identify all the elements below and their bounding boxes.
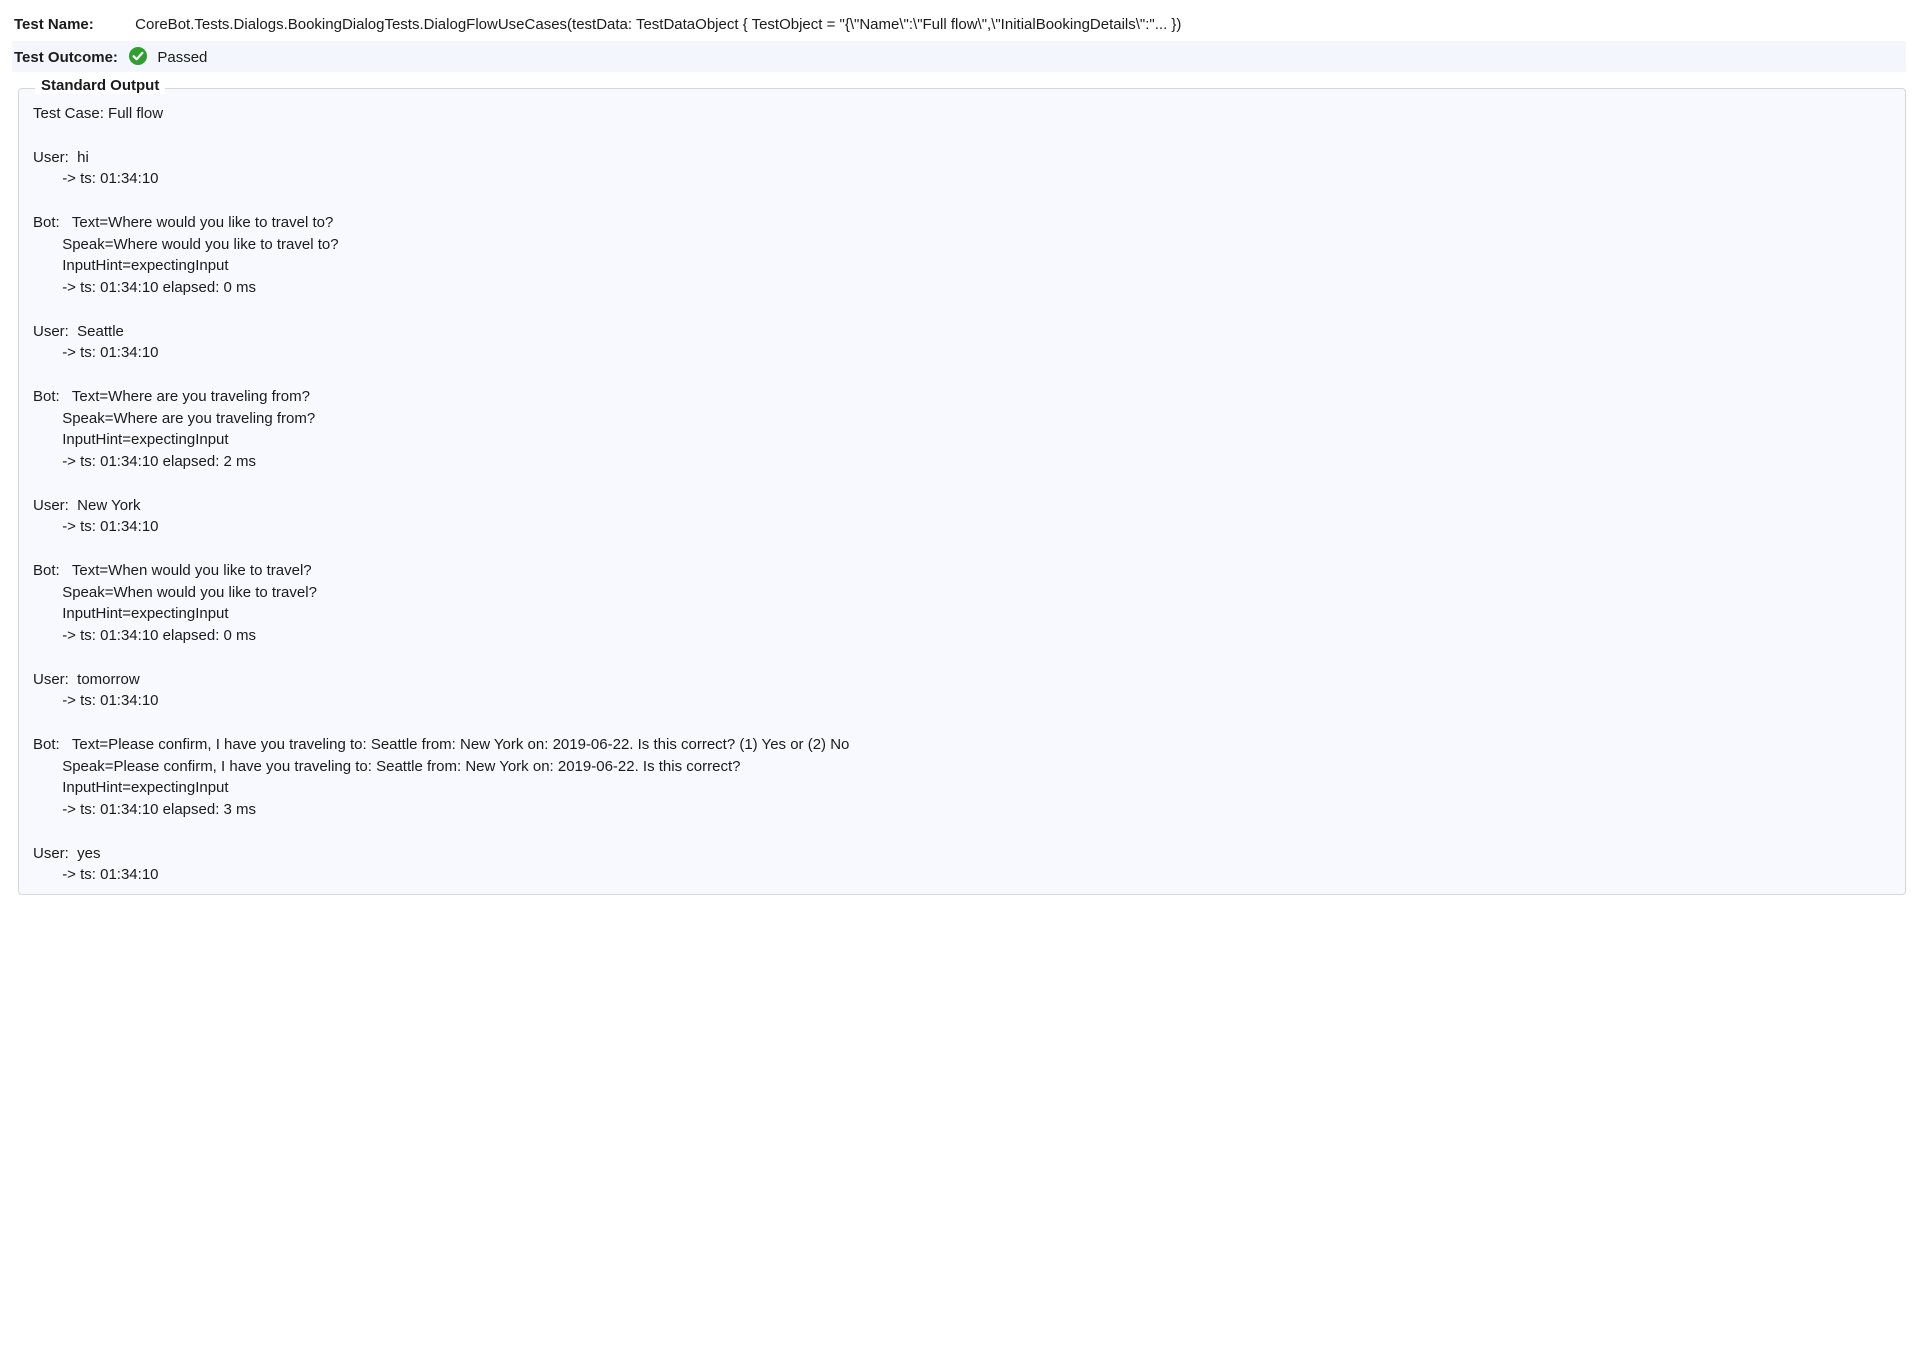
standard-output-heading: Standard Output xyxy=(35,77,165,94)
standard-output-fieldset: Standard Output Test Case: Full flow Use… xyxy=(18,88,1906,895)
test-outcome-value: Passed xyxy=(157,49,207,66)
test-name-value: CoreBot.Tests.Dialogs.BookingDialogTests… xyxy=(123,16,1181,33)
standard-output-text[interactable]: Test Case: Full flow User: hi -> ts: 01:… xyxy=(33,103,1891,886)
test-name-row: Test Name: CoreBot.Tests.Dialogs.Booking… xyxy=(12,10,1906,39)
passed-check-icon xyxy=(129,47,147,65)
test-outcome-label: Test Outcome: xyxy=(14,49,119,66)
test-outcome-row: Test Outcome: Passed xyxy=(12,41,1906,72)
standard-output-group: Standard Output Test Case: Full flow Use… xyxy=(18,88,1906,895)
test-name-label: Test Name: xyxy=(14,16,119,33)
